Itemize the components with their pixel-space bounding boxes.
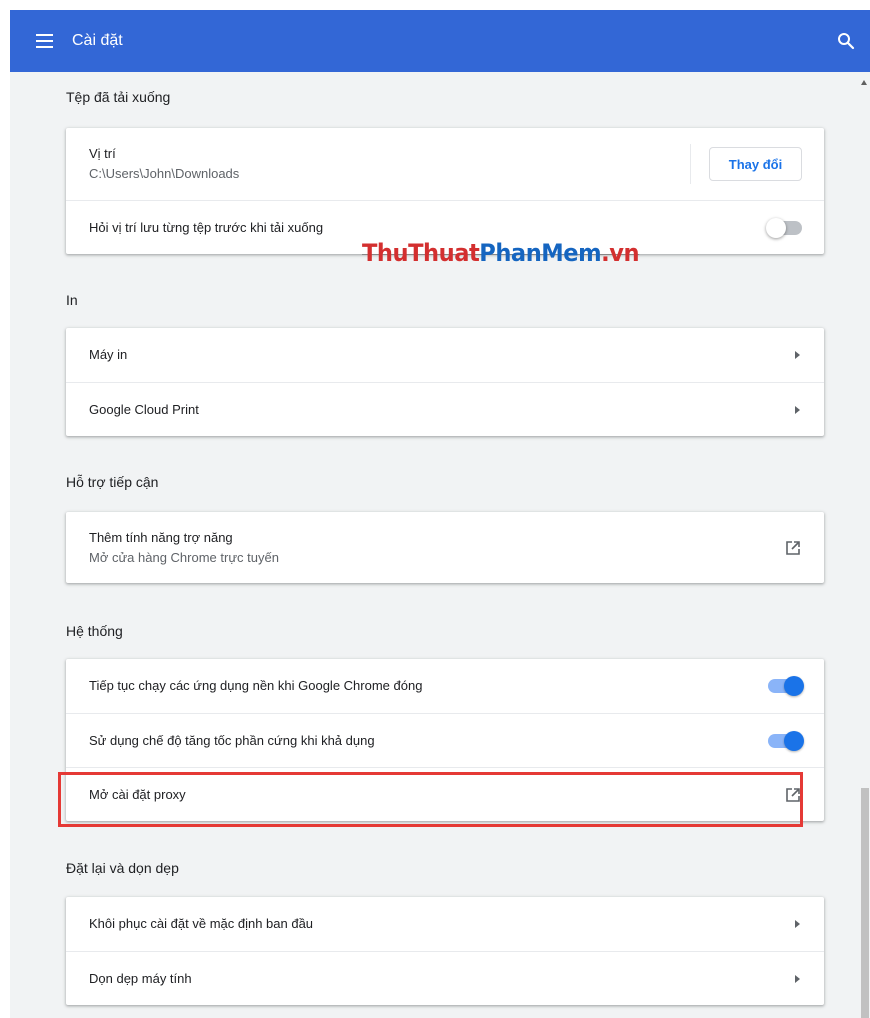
printers-row[interactable]: Máy in — [66, 328, 824, 382]
download-location-path: C:\Users\John\Downloads — [89, 166, 240, 181]
divider — [690, 144, 691, 184]
restore-defaults-row[interactable]: Khôi phục cài đặt về mặc định ban đầu — [66, 897, 824, 951]
scroll-up-arrow-icon[interactable] — [861, 80, 867, 85]
section-title-accessibility: Hỗ trợ tiếp cận — [66, 474, 159, 490]
chevron-right-icon[interactable] — [795, 405, 800, 414]
system-card: Tiếp tục chạy các ứng dụng nền khi Googl… — [66, 659, 824, 821]
background-apps-toggle[interactable] — [768, 676, 804, 696]
proxy-settings-row[interactable]: Mở cài đặt proxy — [66, 767, 824, 821]
proxy-settings-label: Mở cài đặt proxy — [89, 786, 186, 802]
ask-location-label: Hỏi vị trí lưu từng tệp trước khi tải xu… — [89, 219, 324, 235]
add-accessibility-label: Thêm tính năng trợ năng — [89, 529, 233, 545]
watermark-text-1: ThuThuat — [362, 239, 480, 267]
chevron-right-icon[interactable] — [795, 920, 800, 928]
hardware-acceleration-toggle[interactable] — [768, 730, 804, 751]
download-location-label: Vị trí — [89, 146, 116, 161]
add-accessibility-sublabel: Mở cửa hàng Chrome trực tuyến — [89, 549, 279, 565]
scroll-thumb[interactable] — [861, 788, 869, 1018]
accessibility-card: Thêm tính năng trợ năng Mở cửa hàng Chro… — [66, 512, 824, 583]
watermark: ThuThuatPhanMem.vn — [362, 238, 640, 268]
open-in-new-icon[interactable] — [784, 539, 802, 557]
section-title-system: Hệ thống — [66, 623, 123, 639]
hardware-acceleration-label: Sử dụng chế độ tăng tốc phần cứng khi kh… — [89, 732, 375, 748]
reset-card: Khôi phục cài đặt về mặc định ban đầu Dọ… — [66, 897, 824, 1005]
add-accessibility-row[interactable]: Thêm tính năng trợ năng Mở cửa hàng Chro… — [66, 512, 824, 583]
section-title-downloads: Tệp đã tải xuống — [66, 89, 171, 105]
section-title-printing: In — [66, 292, 78, 308]
background-apps-label: Tiếp tục chạy các ứng dụng nền khi Googl… — [89, 678, 423, 693]
search-icon[interactable] — [836, 31, 856, 51]
top-app-bar: Cài đặt — [10, 10, 870, 72]
restore-defaults-label: Khôi phục cài đặt về mặc định ban đầu — [89, 916, 314, 931]
ask-location-toggle[interactable] — [766, 217, 802, 238]
cloud-print-label: Google Cloud Print — [89, 401, 199, 417]
cleanup-computer-label: Dọn dẹp máy tính — [89, 970, 192, 986]
watermark-text-3: .vn — [601, 239, 640, 267]
open-in-new-icon[interactable] — [784, 786, 802, 804]
downloads-card: Vị trí C:\Users\John\Downloads Thay đổi … — [66, 128, 824, 254]
background-apps-row[interactable]: Tiếp tục chạy các ứng dụng nền khi Googl… — [66, 659, 824, 713]
change-location-button[interactable]: Thay đổi — [709, 147, 802, 181]
download-location-row: Vị trí C:\Users\John\Downloads Thay đổi — [66, 128, 824, 200]
cleanup-computer-row[interactable]: Dọn dẹp máy tính — [66, 951, 824, 1005]
page-title: Cài đặt — [72, 32, 123, 49]
watermark-text-2: PhanMem — [479, 239, 602, 267]
hardware-acceleration-row[interactable]: Sử dụng chế độ tăng tốc phần cứng khi kh… — [66, 713, 824, 767]
section-title-reset: Đặt lại và dọn dẹp — [66, 860, 179, 876]
printers-label: Máy in — [89, 347, 128, 362]
settings-content: Tệp đã tải xuống Vị trí C:\Users\John\Do… — [10, 72, 860, 1018]
printing-card: Máy in Google Cloud Print — [66, 328, 824, 436]
chevron-right-icon[interactable] — [795, 351, 800, 359]
vertical-scrollbar[interactable] — [860, 72, 870, 1018]
cloud-print-row[interactable]: Google Cloud Print — [66, 382, 824, 436]
hamburger-menu-icon[interactable] — [36, 29, 60, 53]
chevron-right-icon[interactable] — [795, 974, 800, 983]
